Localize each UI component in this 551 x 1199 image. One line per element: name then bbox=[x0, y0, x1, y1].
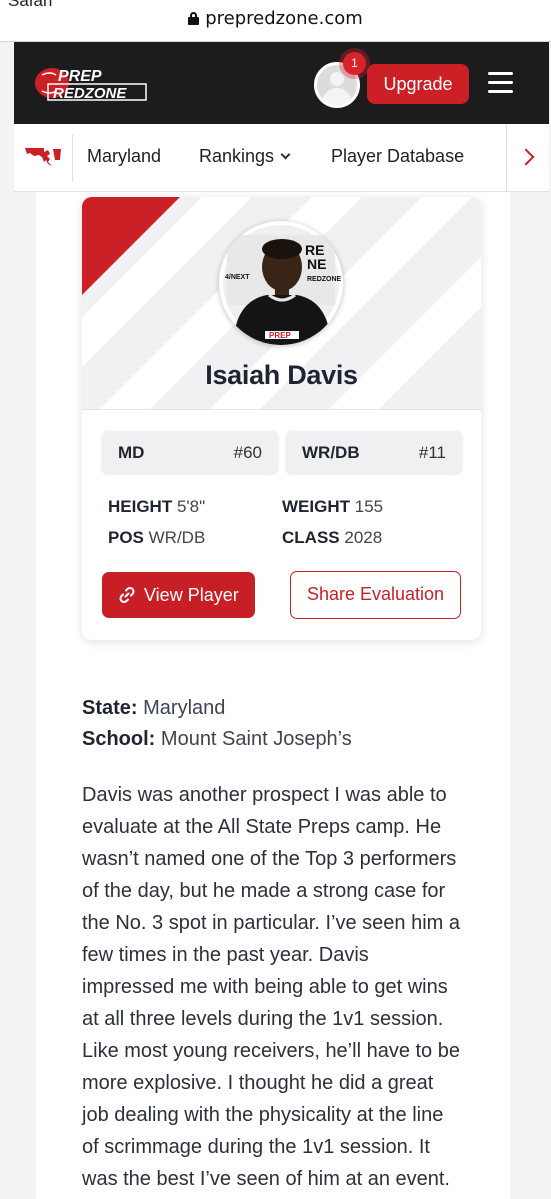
svg-text:NE: NE bbox=[307, 256, 326, 272]
svg-text:4/NEXT: 4/NEXT bbox=[225, 274, 250, 281]
height-label: HEIGHT bbox=[108, 497, 173, 516]
chevron-down-icon bbox=[280, 149, 291, 160]
paragraph-line: few times in the past year. Davis bbox=[82, 944, 369, 966]
state-info: State: Maryland bbox=[82, 697, 225, 720]
url-display[interactable]: prepredzone.com bbox=[0, 8, 551, 29]
paragraph-line: was the best I’ve seen of him at an even… bbox=[82, 1168, 450, 1190]
school-info: School: Mount Saint Joseph’s bbox=[82, 728, 352, 751]
weight-value: 155 bbox=[354, 497, 384, 516]
class-value: 2028 bbox=[344, 528, 383, 547]
maryland-state-icon[interactable] bbox=[24, 144, 62, 168]
paragraph-line: at all three levels during the 1v1 sessi… bbox=[82, 1008, 444, 1030]
prep-redzone-logo[interactable]: PREP REDZONE bbox=[34, 62, 152, 104]
pos-label: POS bbox=[108, 528, 144, 547]
position-rank-label: WR/DB bbox=[302, 443, 360, 462]
logo-text-redzone: REDZONE bbox=[53, 85, 127, 102]
top-navigation: PREP REDZONE 1 Upgrade bbox=[14, 42, 549, 124]
height-value: 5'8" bbox=[176, 497, 206, 516]
player-card: RE NE REDZONE 4/NEXT PREP Isaiah Davis M… bbox=[82, 197, 481, 640]
school-info-label: School: bbox=[82, 728, 156, 750]
school-info-value: Mount Saint Joseph’s bbox=[160, 728, 352, 750]
paragraph-line: evaluate at the All State Preps camp. He bbox=[82, 816, 442, 838]
notification-badge[interactable]: 1 bbox=[343, 52, 366, 75]
state-rank-value: #60 bbox=[233, 443, 262, 462]
nav-item-rankings[interactable]: Rankings bbox=[199, 146, 291, 167]
share-evaluation-button[interactable]: Share Evaluation bbox=[290, 571, 461, 619]
height-stat: HEIGHT 5'8" bbox=[108, 497, 205, 517]
paragraph-line: more explosive. I thought he did a great bbox=[82, 1072, 434, 1094]
menu-icon[interactable] bbox=[488, 72, 513, 94]
nav-item-player-database[interactable]: Player Database bbox=[331, 146, 464, 167]
svg-text:REDZONE: REDZONE bbox=[307, 276, 342, 283]
state-rank-chip: MD #60 bbox=[102, 431, 278, 473]
state-info-value: Maryland bbox=[143, 697, 226, 719]
state-info-label: State: bbox=[82, 697, 138, 719]
position-stat: POS WR/DB bbox=[108, 528, 205, 548]
player-photo: RE NE REDZONE 4/NEXT PREP bbox=[219, 221, 343, 345]
paragraph-line: Davis was another prospect I was able to bbox=[82, 784, 447, 806]
paragraph-line: the No. 3 spot in particular. I’ve seen … bbox=[82, 912, 460, 934]
evaluation-paragraph: Davis was another prospect I was able to… bbox=[82, 779, 492, 1195]
svg-text:PREP: PREP bbox=[269, 331, 291, 340]
sub-navigation: Maryland Rankings Player Database bbox=[14, 124, 549, 192]
class-stat: CLASS 2028 bbox=[282, 528, 382, 548]
paragraph-line: impressed me with being able to get wins bbox=[82, 976, 448, 998]
player-photo-image: RE NE REDZONE 4/NEXT PREP bbox=[223, 225, 342, 345]
state-rank-label: MD bbox=[118, 443, 145, 462]
view-player-button[interactable]: View Player bbox=[102, 572, 255, 618]
nav-item-maryland[interactable]: Maryland bbox=[87, 146, 161, 167]
chevron-right-icon[interactable] bbox=[517, 148, 535, 166]
player-name: Isaiah Davis bbox=[205, 360, 358, 390]
lock-icon bbox=[188, 12, 200, 25]
url-text: prepredzone.com bbox=[205, 8, 363, 29]
position-rank-value: #11 bbox=[418, 443, 446, 462]
weight-label: WEIGHT bbox=[282, 497, 350, 516]
logo-text-prep: PREP bbox=[58, 68, 102, 85]
paragraph-line: Like most young receivers, he’ll have to… bbox=[82, 1040, 460, 1062]
paragraph-line: of the day, but he made a strong case fo… bbox=[82, 880, 446, 902]
player-card-header: RE NE REDZONE 4/NEXT PREP Isaiah Davis bbox=[82, 197, 481, 410]
browser-url-bar[interactable]: Safari prepredzone.com bbox=[0, 0, 551, 42]
paragraph-line: wasn’t named one of the Top 3 performers bbox=[82, 848, 457, 870]
class-label: CLASS bbox=[282, 528, 340, 547]
pos-value: WR/DB bbox=[148, 528, 206, 547]
view-player-label: View Player bbox=[144, 585, 239, 605]
position-rank-chip: WR/DB #11 bbox=[286, 431, 462, 473]
link-icon bbox=[119, 586, 135, 604]
nav-item-rankings-label: Rankings bbox=[199, 146, 275, 166]
weight-stat: WEIGHT 155 bbox=[282, 497, 383, 517]
paragraph-line: job dealing with the physicality at the … bbox=[82, 1104, 444, 1126]
paragraph-line: of scrimmage during the 1v1 session. It bbox=[82, 1136, 430, 1158]
upgrade-button[interactable]: Upgrade bbox=[367, 64, 469, 104]
